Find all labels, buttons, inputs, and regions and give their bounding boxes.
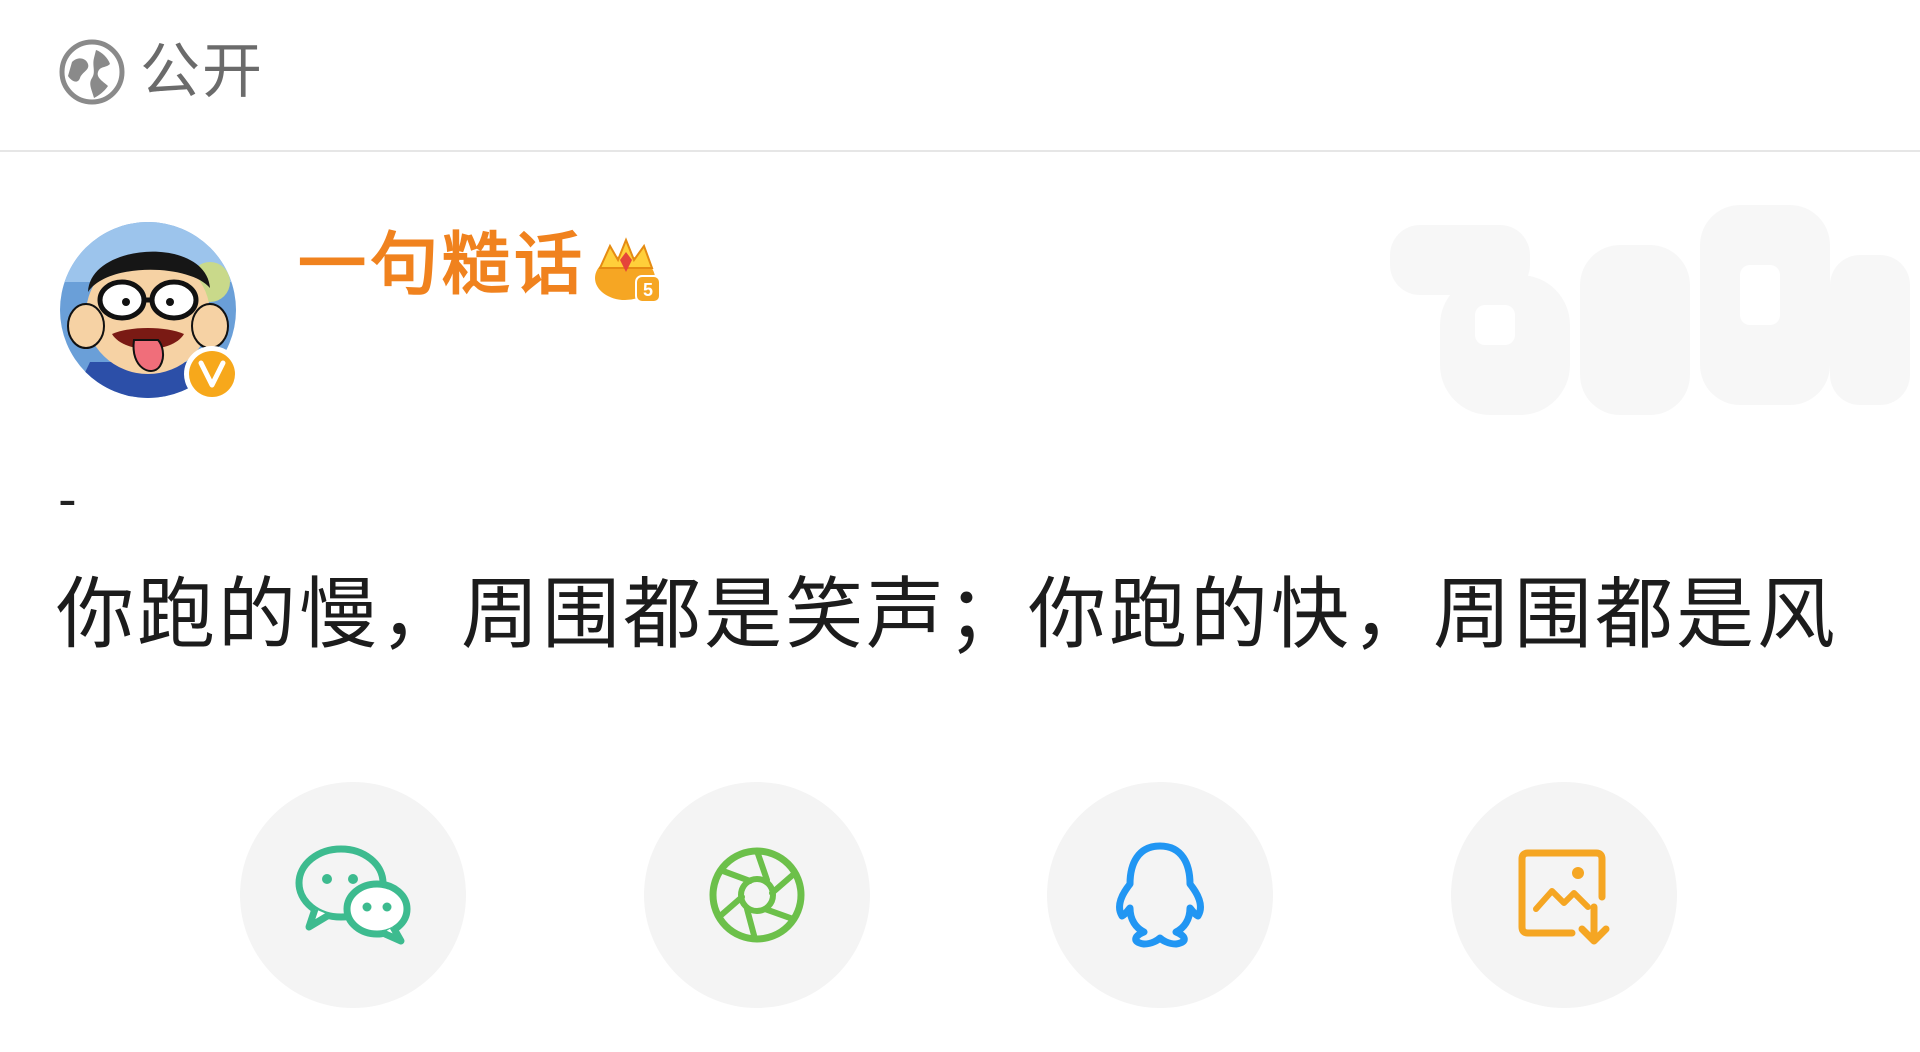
- verified-badge-icon: [184, 346, 240, 402]
- visibility-label: 公开: [140, 37, 264, 107]
- post-text: 你跑的慢，周围都是笑声；你跑的快，周围都是风: [56, 570, 1839, 660]
- avatar[interactable]: [60, 222, 242, 404]
- save-image-button[interactable]: [1451, 782, 1677, 1008]
- vip-crown-icon: 5: [595, 237, 661, 303]
- username[interactable]: 一句糙话: [298, 224, 586, 308]
- qq-icon: [1116, 842, 1204, 948]
- share-card-page: 公开 一句糙话 5 - 你跑的慢，周围都是笑声；你跑的快，周围都是风: [0, 0, 1920, 1052]
- wechat-icon: [295, 845, 411, 945]
- globe-icon: [59, 39, 125, 105]
- share-wechat-button[interactable]: [240, 782, 466, 1008]
- post-prefix: -: [58, 470, 77, 530]
- watermark: [1390, 205, 1910, 415]
- share-qq-button[interactable]: [1047, 782, 1273, 1008]
- moments-icon: [709, 847, 805, 943]
- save-image-icon: [1518, 849, 1610, 945]
- vip-level: 5: [643, 280, 653, 300]
- visibility-bar[interactable]: 公开: [0, 0, 1920, 152]
- share-moments-button[interactable]: [644, 782, 870, 1008]
